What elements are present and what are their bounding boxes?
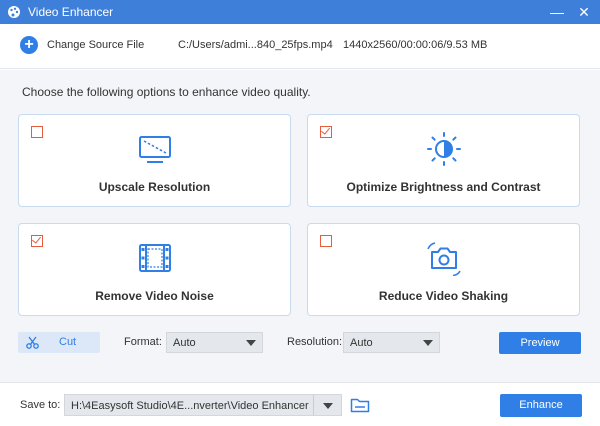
close-button[interactable]: ✕: [575, 3, 593, 21]
preview-button[interactable]: Preview: [499, 332, 581, 354]
scissors-icon: [26, 336, 39, 349]
format-select[interactable]: Auto: [166, 332, 263, 353]
option-remove-noise[interactable]: Remove Video Noise: [18, 223, 291, 316]
noise-label: Remove Video Noise: [95, 289, 214, 303]
title-bar: Video Enhancer — ✕: [0, 0, 600, 24]
source-file-info: 1440x2560/00:00:06/9.53 MB: [343, 39, 488, 51]
shaking-label: Reduce Video Shaking: [378, 289, 509, 303]
upscale-label: Upscale Resolution: [98, 180, 211, 194]
cut-button[interactable]: Cut: [18, 332, 100, 353]
enhance-button[interactable]: Enhance: [500, 394, 582, 417]
chevron-down-icon: [246, 340, 256, 346]
source-file-path: C:/Users/admi...840_25fps.mp4: [178, 39, 333, 51]
resolution-label: Resolution:: [287, 336, 343, 348]
source-file-row: + Change Source File C:/Users/admi...840…: [0, 24, 600, 69]
option-upscale-resolution[interactable]: Upscale Resolution: [18, 114, 291, 207]
window-title: Video Enhancer: [28, 5, 114, 19]
save-to-label: Save to:: [20, 399, 61, 411]
camera-shake-icon: [426, 242, 461, 276]
upscale-checkbox[interactable]: [31, 126, 43, 138]
save-path-value: H:\4Easysoft Studio\4E...nverter\Video E…: [71, 400, 309, 412]
format-value: Auto: [173, 337, 196, 349]
brightness-checkbox[interactable]: [320, 126, 332, 138]
chevron-down-icon[interactable]: [323, 403, 333, 409]
brightness-label: Optimize Brightness and Contrast: [346, 180, 541, 194]
save-path-divider: [313, 395, 314, 415]
resolution-select[interactable]: Auto: [343, 332, 440, 353]
change-source-button[interactable]: Change Source File: [47, 39, 144, 51]
option-optimize-brightness[interactable]: Optimize Brightness and Contrast: [307, 114, 580, 207]
brightness-icon: [426, 132, 461, 166]
minimize-button[interactable]: —: [548, 3, 566, 21]
upscale-icon: [138, 136, 171, 163]
noise-checkbox[interactable]: [31, 235, 43, 247]
folder-icon[interactable]: [350, 397, 370, 413]
cut-label: Cut: [59, 336, 77, 348]
save-path-select[interactable]: H:\4Easysoft Studio\4E...nverter\Video E…: [64, 394, 342, 416]
chevron-down-icon: [423, 340, 433, 346]
format-label: Format:: [124, 336, 162, 348]
enhance-options-panel: Choose the following options to enhance …: [0, 70, 600, 382]
add-icon[interactable]: +: [20, 36, 38, 54]
save-bar: Save to: H:\4Easysoft Studio\4E...nverte…: [0, 382, 600, 426]
resolution-value: Auto: [350, 337, 373, 349]
shaking-checkbox[interactable]: [320, 235, 332, 247]
option-reduce-shaking[interactable]: Reduce Video Shaking: [307, 223, 580, 316]
palette-icon: [8, 6, 20, 18]
film-icon: [138, 244, 171, 272]
instruction-text: Choose the following options to enhance …: [22, 85, 311, 99]
